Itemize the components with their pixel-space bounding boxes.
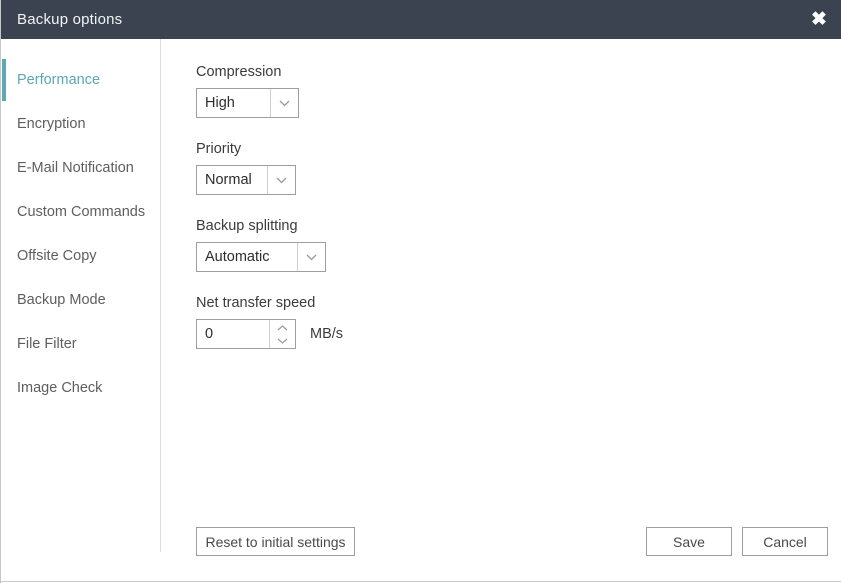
net-transfer-speed-unit: MB/s <box>310 326 344 342</box>
window-title: Backup options <box>17 11 123 28</box>
net-transfer-speed-label: Net transfer speed <box>196 295 316 311</box>
backup-options-dialog: Backup options ✖ Performance Encryption … <box>0 0 841 583</box>
stepper-down-button[interactable] <box>277 334 288 347</box>
sidebar-item-label: Custom Commands <box>17 204 146 220</box>
chevron-down-icon <box>277 338 288 344</box>
dialog-content: Performance Encryption E-Mail Notificati… <box>1 39 841 583</box>
sidebar-item-label: Offsite Copy <box>17 248 97 264</box>
backup-splitting-select[interactable]: Automatic <box>196 242 326 272</box>
field-priority: Priority Normal <box>196 141 296 195</box>
sidebar-item-label: Performance <box>17 72 101 88</box>
chevron-down-icon <box>267 166 295 194</box>
sidebar-item-label: File Filter <box>17 336 77 352</box>
priority-select[interactable]: Normal <box>196 165 296 195</box>
close-button[interactable]: ✖ <box>796 0 841 39</box>
field-net-transfer-speed: Net transfer speed 0 MB/s <box>196 295 343 349</box>
sidebar-item-label: Encryption <box>17 116 86 132</box>
compression-label: Compression <box>196 64 282 80</box>
settings-panel: Compression High Priority Normal Backup … <box>161 39 841 583</box>
compression-select[interactable]: High <box>196 88 299 118</box>
field-compression: Compression High <box>196 64 299 118</box>
sidebar-item-label: Backup Mode <box>17 292 106 308</box>
sidebar-item-encryption[interactable]: Encryption <box>1 102 160 146</box>
sidebar-item-label: E-Mail Notification <box>17 160 134 176</box>
sidebar-item-file-filter[interactable]: File Filter <box>1 322 160 366</box>
footer-divider <box>1 581 841 582</box>
field-backup-splitting: Backup splitting Automatic <box>196 218 326 272</box>
backup-splitting-label: Backup splitting <box>196 218 298 234</box>
priority-label: Priority <box>196 141 242 157</box>
close-icon: ✖ <box>811 9 827 30</box>
priority-value: Normal <box>205 172 252 188</box>
net-transfer-speed-row: MB/s <box>196 319 343 349</box>
reset-to-initial-settings-button[interactable]: Reset to initial settings <box>196 527 355 556</box>
net-transfer-speed-stepper[interactable] <box>196 319 296 349</box>
stepper-up-button[interactable] <box>277 321 288 334</box>
stepper-buttons <box>269 320 295 348</box>
chevron-down-icon <box>270 89 298 117</box>
cancel-button[interactable]: Cancel <box>742 527 828 556</box>
chevron-up-icon <box>277 324 288 330</box>
save-button[interactable]: Save <box>646 527 732 556</box>
sidebar: Performance Encryption E-Mail Notificati… <box>1 39 160 552</box>
sidebar-item-image-check[interactable]: Image Check <box>1 366 160 410</box>
chevron-down-icon <box>297 243 325 271</box>
backup-splitting-value: Automatic <box>205 249 270 265</box>
compression-value: High <box>205 95 235 111</box>
sidebar-item-custom-commands[interactable]: Custom Commands <box>1 190 160 234</box>
sidebar-item-backup-mode[interactable]: Backup Mode <box>1 278 160 322</box>
sidebar-item-offsite-copy[interactable]: Offsite Copy <box>1 234 160 278</box>
sidebar-item-performance[interactable]: Performance <box>1 58 160 102</box>
title-bar: Backup options ✖ <box>1 0 841 39</box>
net-transfer-speed-input[interactable] <box>197 320 269 348</box>
sidebar-item-email-notification[interactable]: E-Mail Notification <box>1 146 160 190</box>
sidebar-item-label: Image Check <box>17 380 103 396</box>
